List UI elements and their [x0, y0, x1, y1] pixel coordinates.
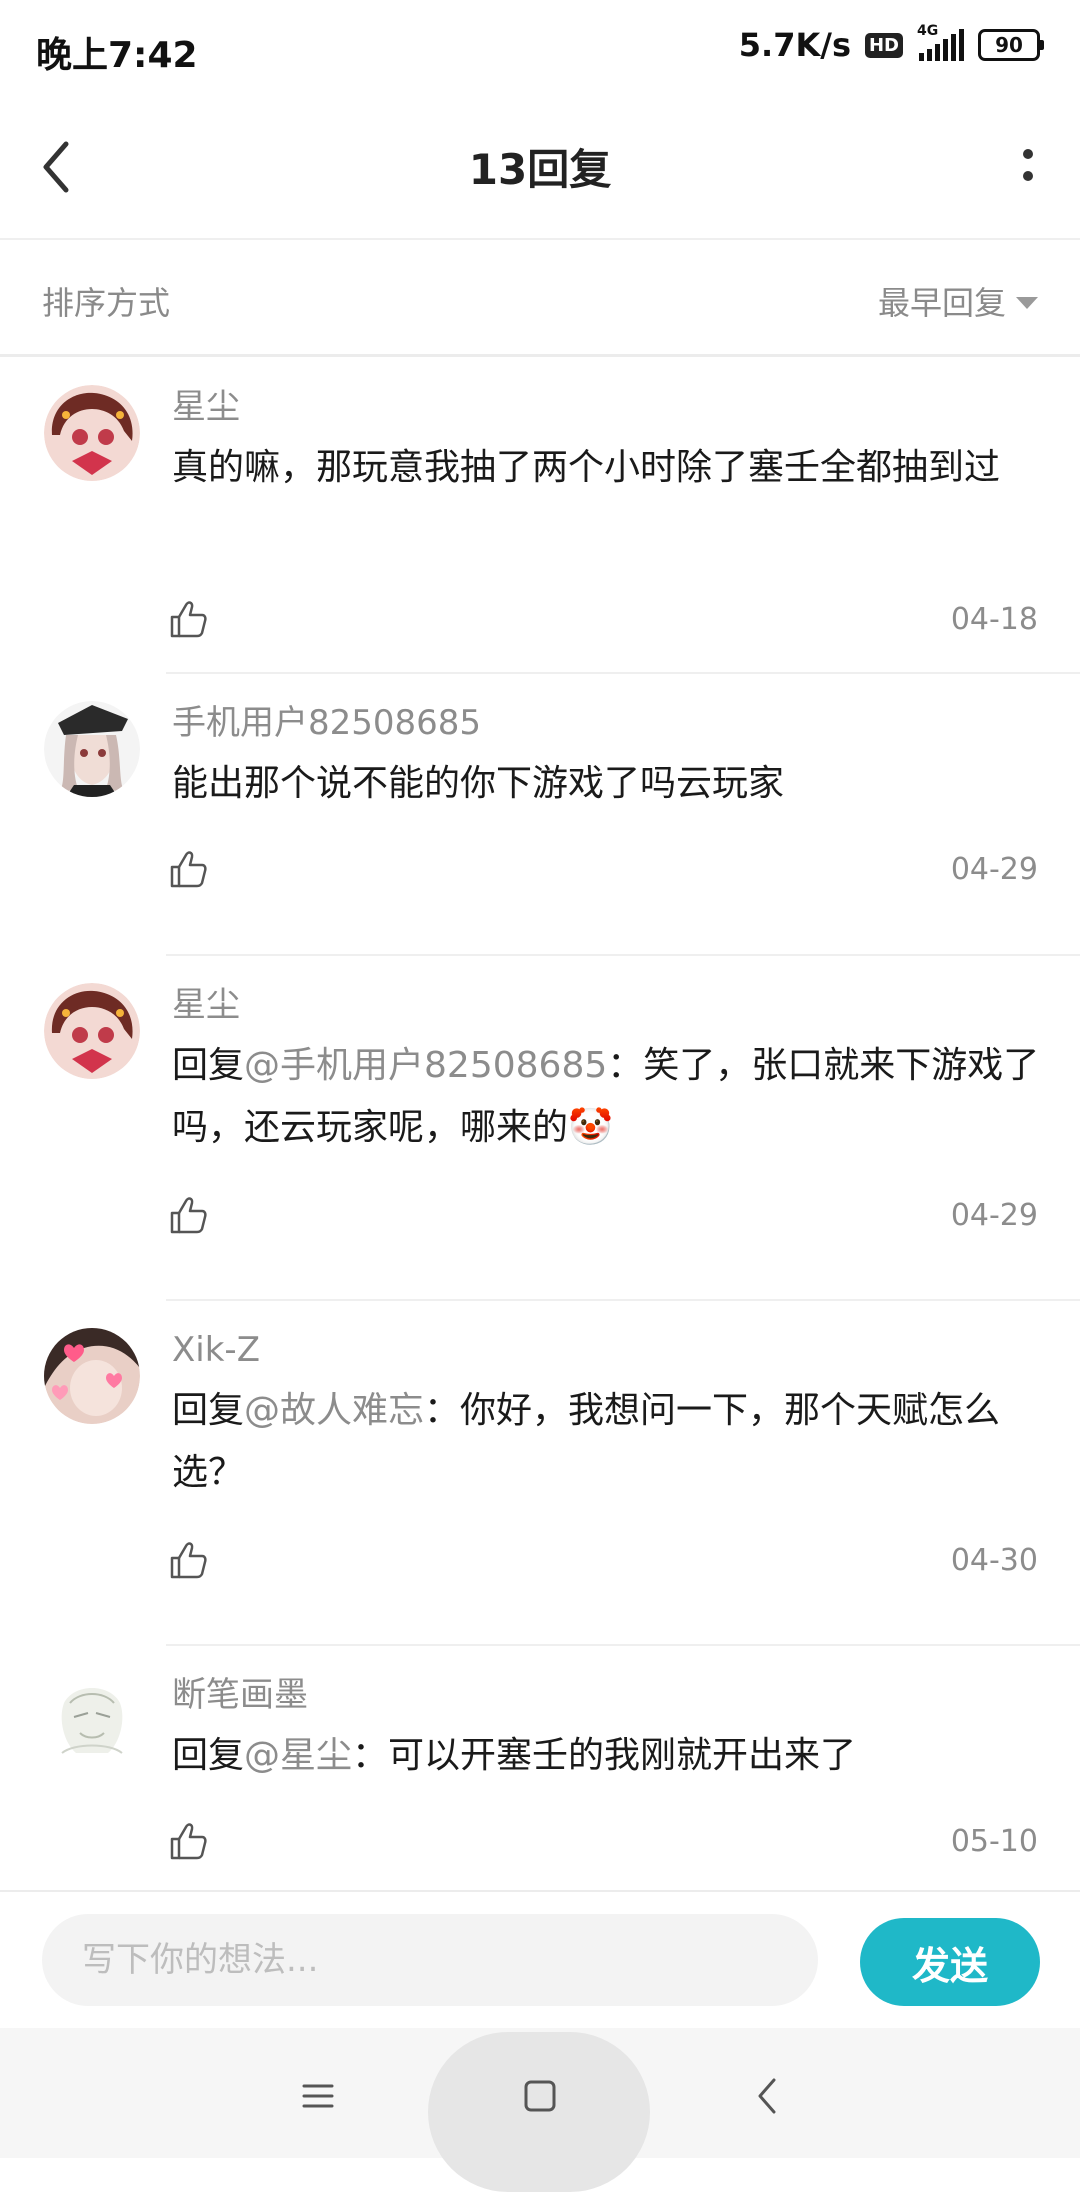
clown-emoji-icon: 🤡	[568, 1107, 613, 1148]
like-icon[interactable]	[168, 1540, 208, 1580]
reply-text: 回复@故人难忘：你好，我想问一下，那个天赋怎么选？	[172, 1380, 1040, 1504]
reply-content: 手机用户82508685 能出那个说不能的你下游戏了吗云玩家	[172, 701, 1040, 815]
reply-text: 真的嘛，那玩意我抽了两个小时除了塞壬全都抽到过	[172, 437, 1040, 499]
reply-mention[interactable]: @故人难忘	[244, 1390, 424, 1431]
reply-text: 能出那个说不能的你下游戏了吗云玩家	[172, 753, 1040, 815]
network-type: 4G	[917, 23, 939, 39]
avatar[interactable]	[44, 1673, 140, 1769]
reply-username[interactable]: 星尘	[172, 385, 1040, 429]
reply-content: Xik-Z 回复@故人难忘：你好，我想问一下，那个天赋怎么选？	[172, 1328, 1040, 1504]
signal-icon: 4G	[917, 23, 964, 61]
reply-body: 真的嘛，那玩意我抽了两个小时除了塞壬全都抽到过	[172, 447, 1001, 488]
status-bar: 晚上7:42 5.7K/s HD 4G 90	[0, 0, 1080, 96]
net-speed: 5.7K/s	[738, 26, 851, 64]
reply-body: ：可以开塞壬的我刚就开出来了	[352, 1735, 857, 1776]
reply-date: 04-30	[950, 1542, 1038, 1578]
send-button[interactable]: 发送	[860, 1918, 1040, 2006]
reply-prefix: 回复	[172, 1390, 245, 1431]
reply-username[interactable]: 星尘	[172, 983, 1040, 1027]
reply-prefix: 回复	[172, 1045, 245, 1086]
reply-item: 断笔画墨 回复@星尘：可以开塞壬的我刚就开出来了 05-10	[0, 1645, 1080, 1890]
reply-list[interactable]: 星尘 真的嘛，那玩意我抽了两个小时除了塞壬全都抽到过 04-18 手机用户825…	[0, 357, 1080, 1890]
sort-selector[interactable]: 最早回复	[878, 278, 1038, 324]
comment-composer: 发送	[0, 1890, 1080, 2030]
like-icon[interactable]	[168, 1821, 208, 1861]
more-vertical-icon	[1023, 149, 1033, 181]
top-bar: 13回复	[0, 96, 1080, 240]
reply-mention[interactable]: @手机用户82508685	[244, 1045, 607, 1086]
home-icon[interactable]	[516, 2072, 564, 2120]
sort-label: 排序方式	[42, 284, 171, 322]
reply-footer: 04-29	[168, 849, 1038, 889]
reply-body: 能出那个说不能的你下游戏了吗云玩家	[172, 763, 785, 804]
avatar[interactable]	[44, 701, 140, 797]
status-time: 晚上7:42	[36, 35, 198, 76]
reply-footer: 04-30	[168, 1540, 1038, 1580]
reply-item: Xik-Z 回复@故人难忘：你好，我想问一下，那个天赋怎么选？ 04-30	[0, 1300, 1080, 1646]
reply-footer: 05-10	[168, 1821, 1038, 1861]
reply-mention[interactable]: @星尘	[244, 1735, 352, 1776]
more-button[interactable]	[1016, 138, 1040, 198]
avatar[interactable]	[44, 1328, 140, 1424]
back-nav-icon[interactable]	[744, 2072, 792, 2120]
reply-date: 04-18	[950, 601, 1038, 637]
like-icon[interactable]	[168, 599, 208, 639]
reply-item: 手机用户82508685 能出那个说不能的你下游戏了吗云玩家 04-29	[0, 673, 1080, 956]
reply-text: 回复@星尘：可以开塞壬的我刚就开出来了	[172, 1725, 1040, 1787]
page-title: 13回复	[468, 145, 612, 194]
reply-date: 04-29	[950, 851, 1038, 887]
dropdown-arrow-icon	[1016, 297, 1038, 309]
reply-content: 星尘 真的嘛，那玩意我抽了两个小时除了塞壬全都抽到过	[172, 385, 1040, 499]
like-icon[interactable]	[168, 1195, 208, 1235]
reply-username[interactable]: 手机用户82508685	[172, 701, 1040, 745]
comment-input[interactable]	[42, 1914, 818, 2006]
reply-footer: 04-18	[168, 599, 1038, 639]
like-icon[interactable]	[168, 849, 208, 889]
battery-level: 90	[978, 29, 1040, 61]
menu-icon[interactable]	[294, 2072, 342, 2120]
reply-item: 星尘 回复@手机用户82508685：笑了，张口就来下游戏了吗，还云玩家呢，哪来…	[0, 955, 1080, 1301]
reply-content: 星尘 回复@手机用户82508685：笑了，张口就来下游戏了吗，还云玩家呢，哪来…	[172, 983, 1040, 1159]
hd-icon: HD	[864, 32, 903, 58]
reply-username[interactable]: 断笔画墨	[172, 1673, 1040, 1717]
reply-username[interactable]: Xik-Z	[172, 1328, 1040, 1372]
system-nav-bar	[0, 2028, 1080, 2192]
reply-footer: 04-29	[168, 1195, 1038, 1235]
reply-item: 星尘 真的嘛，那玩意我抽了两个小时除了塞壬全都抽到过 04-18	[0, 357, 1080, 674]
reply-date: 04-29	[950, 1197, 1038, 1233]
avatar[interactable]	[44, 983, 140, 1079]
avatar[interactable]	[44, 385, 140, 481]
sort-row: 排序方式 最早回复	[0, 240, 1080, 357]
status-right: 5.7K/s HD 4G 90	[738, 23, 1044, 64]
battery-icon: 90	[978, 29, 1044, 61]
reply-content: 断笔画墨 回复@星尘：可以开塞壬的我刚就开出来了	[172, 1673, 1040, 1787]
reply-text: 回复@手机用户82508685：笑了，张口就来下游戏了吗，还云玩家呢，哪来的🤡	[172, 1035, 1040, 1159]
reply-date: 05-10	[950, 1823, 1038, 1859]
sort-selected: 最早回复	[877, 284, 1006, 322]
reply-prefix: 回复	[172, 1735, 245, 1776]
